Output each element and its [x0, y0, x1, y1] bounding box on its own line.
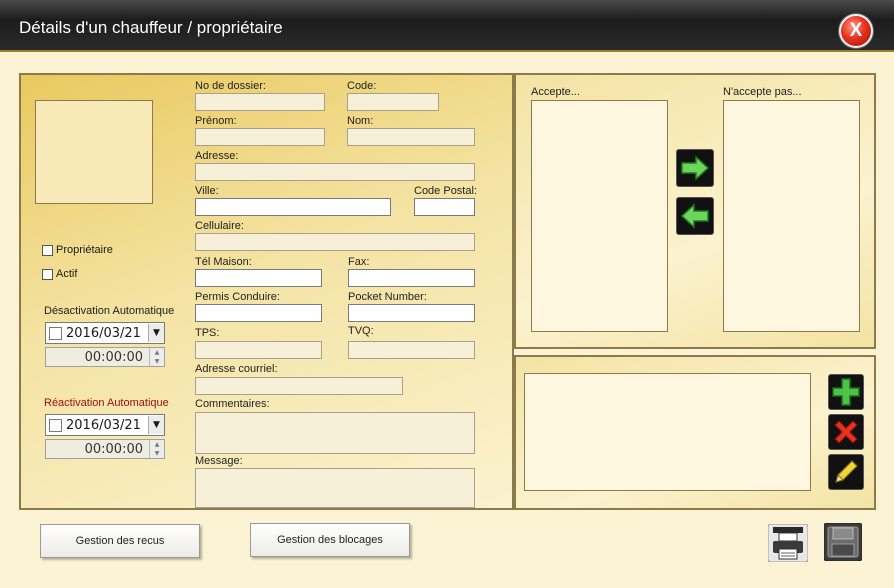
actif-checkbox[interactable] [42, 268, 53, 280]
message-field[interactable] [195, 468, 475, 508]
add-button[interactable] [828, 374, 864, 410]
n-accepte-pas-list[interactable] [723, 100, 860, 332]
reactivation-date-picker[interactable]: 2016/03/21 ▼ [45, 414, 165, 436]
edit-button[interactable] [828, 454, 864, 490]
tps-field[interactable] [195, 341, 322, 359]
move-left-button[interactable] [676, 197, 714, 235]
code-label: Code: [347, 80, 377, 92]
cellulaire-label: Cellulaire: [195, 220, 244, 232]
floppy-icon [823, 522, 863, 562]
reactivation-time-value: 00:00:00 [84, 441, 143, 457]
tvq-field[interactable] [348, 341, 475, 359]
save-button[interactable] [823, 522, 863, 564]
delete-button[interactable] [828, 414, 864, 450]
reactivation-label: Réactivation Automatique [44, 397, 169, 409]
code-field[interactable] [347, 93, 439, 111]
print-button[interactable] [767, 523, 809, 565]
deactivation-date-picker[interactable]: 2016/03/21 ▼ [45, 322, 165, 344]
items-list[interactable] [524, 373, 811, 491]
commentaires-label: Commentaires: [195, 398, 270, 410]
reactivation-date-value: 2016/03/21 [66, 417, 141, 433]
tvq-label: TVQ: [348, 325, 374, 337]
courriel-label: Adresse courriel: [195, 363, 278, 375]
chevron-down-icon[interactable]: ▼ [148, 324, 164, 342]
deactivation-time-value: 00:00:00 [84, 349, 143, 365]
actif-checkbox-row[interactable]: Actif [42, 268, 77, 280]
proprietaire-label: Propriétaire [56, 244, 113, 256]
gestion-recus-button[interactable]: Gestion des recus [40, 524, 200, 558]
ville-field[interactable] [195, 198, 391, 216]
prenom-field[interactable] [195, 128, 325, 146]
plus-icon [832, 378, 860, 406]
message-label: Message: [195, 455, 243, 467]
adresse-field[interactable] [195, 163, 475, 181]
courriel-field[interactable] [195, 377, 403, 395]
gestion-blocages-button[interactable]: Gestion des blocages [250, 523, 410, 557]
commentaires-field[interactable] [195, 412, 475, 454]
fax-label: Fax: [348, 256, 370, 268]
no-dossier-field[interactable] [195, 93, 325, 111]
spinner-icon[interactable]: ▲ ▼ [149, 348, 164, 366]
proprietaire-checkbox[interactable] [42, 244, 53, 256]
deactivation-time-picker[interactable]: 00:00:00 ▲ ▼ [45, 347, 165, 367]
driver-photo[interactable] [35, 100, 153, 204]
code-postal-label: Code Postal: [414, 185, 477, 197]
move-right-button[interactable] [676, 149, 714, 187]
actif-label: Actif [56, 268, 78, 280]
pocket-field[interactable] [348, 304, 475, 322]
permis-label: Permis Conduire: [195, 291, 280, 303]
spinner-icon[interactable]: ▲ ▼ [149, 440, 164, 458]
nom-label: Nom: [347, 115, 374, 127]
arrow-right-icon [681, 155, 710, 181]
ville-label: Ville: [195, 185, 219, 197]
close-button[interactable]: X [839, 14, 873, 48]
title-bar: Détails d'un chauffeur / propriétaire X [0, 0, 894, 52]
fax-field[interactable] [348, 269, 475, 287]
tel-maison-field[interactable] [195, 269, 322, 287]
permis-field[interactable] [195, 304, 322, 322]
adresse-label: Adresse: [195, 150, 239, 162]
nom-field[interactable] [347, 128, 475, 146]
prenom-label: Prénom: [195, 115, 237, 127]
reactivation-enable-checkbox[interactable] [49, 418, 62, 432]
deactivation-enable-checkbox[interactable] [49, 326, 62, 340]
code-postal-field[interactable] [414, 198, 475, 216]
proprietaire-checkbox-row[interactable]: Propriétaire [42, 244, 113, 256]
tel-maison-label: Tél Maison: [195, 256, 252, 268]
reactivation-time-picker[interactable]: 00:00:00 ▲ ▼ [45, 439, 165, 459]
chevron-down-icon[interactable]: ▼ [148, 416, 164, 434]
printer-icon [767, 523, 809, 563]
deactivation-date-value: 2016/03/21 [66, 325, 141, 341]
cellulaire-field[interactable] [195, 233, 475, 251]
tps-label: TPS: [195, 327, 220, 339]
n-accepte-pas-label: N'accepte pas... [723, 86, 802, 98]
accepte-list[interactable] [531, 100, 668, 332]
no-dossier-label: No de dossier: [195, 80, 266, 92]
pocket-label: Pocket Number: [348, 291, 427, 303]
pencil-icon [835, 460, 858, 483]
window-title: Détails d'un chauffeur / propriétaire [19, 18, 283, 37]
deactivation-label: Désactivation Automatique [44, 305, 175, 317]
arrow-left-icon [680, 203, 709, 229]
x-icon [834, 420, 858, 444]
accepte-label: Accepte... [531, 86, 580, 98]
